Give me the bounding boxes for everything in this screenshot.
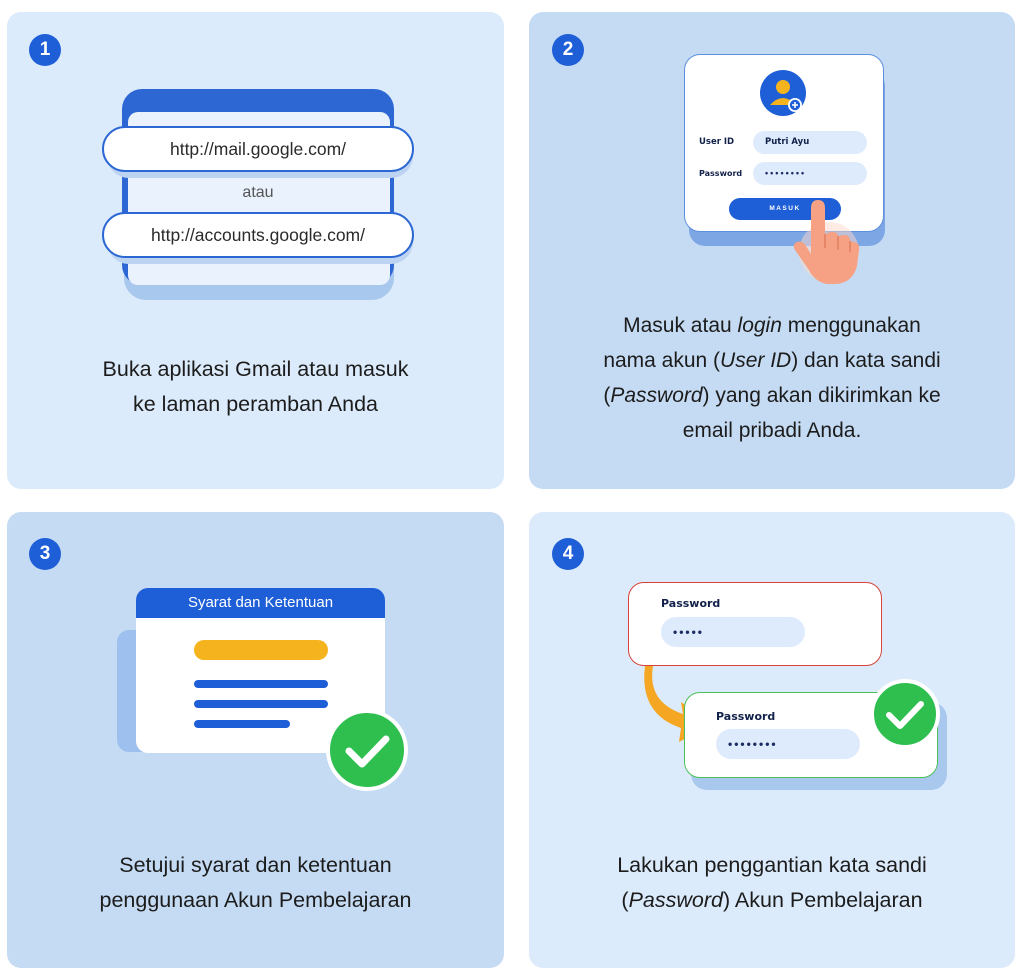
step-4-caption: Lakukan penggantian kata sandi (Password… (617, 853, 927, 912)
user-avatar-icon (760, 70, 806, 116)
old-password-card: Password ••••• (628, 582, 882, 666)
hand-pointer-icon (793, 200, 860, 284)
step-2-panel: 2 User ID Putri Ayu Password •••••••• MA… (529, 12, 1015, 489)
user-id-field: Putri Ayu (753, 131, 867, 154)
step-1-badge: 1 (29, 34, 61, 66)
step-2-badge: 2 (552, 34, 584, 66)
user-id-label: User ID (699, 137, 735, 147)
step-1-caption: Buka aplikasi Gmail atau masuk ke laman … (102, 357, 409, 416)
step-3-panel: 3 Syarat dan Ketentuan Setujui syarat da… (7, 512, 504, 968)
terms-line-1 (194, 680, 328, 688)
url-separator: atau (242, 184, 274, 201)
old-password-field: ••••• (661, 617, 805, 647)
step-4-panel: 4 Password ••••• Password •••••••• Lakuk… (529, 512, 1015, 968)
terms-highlight-bar (194, 640, 328, 660)
password-field: •••••••• (753, 162, 867, 185)
password-label: Password (699, 169, 743, 178)
step-3-badge: 3 (29, 538, 61, 570)
new-password-label: Password (716, 710, 776, 723)
step-4-badge: 4 (552, 538, 584, 570)
terms-line-3 (194, 720, 290, 728)
terms-line-2 (194, 700, 328, 708)
checkmark-icon (326, 709, 408, 791)
old-password-label: Password (661, 597, 721, 610)
step-3-caption: Setujui syarat dan ketentuan penggunaan … (99, 853, 412, 912)
url-accounts-google: http://accounts.google.com/ (102, 212, 414, 258)
url-mail-google: http://mail.google.com/ (102, 126, 414, 172)
checkmark-icon (870, 679, 940, 749)
new-password-field: •••••••• (716, 729, 860, 759)
step-2-caption: Masuk atau login menggunakan nama akun (… (603, 314, 941, 442)
step-1-panel: 1 http://mail.google.com/ atau http://ac… (7, 12, 504, 489)
terms-card-title: Syarat dan Ketentuan (136, 588, 385, 618)
